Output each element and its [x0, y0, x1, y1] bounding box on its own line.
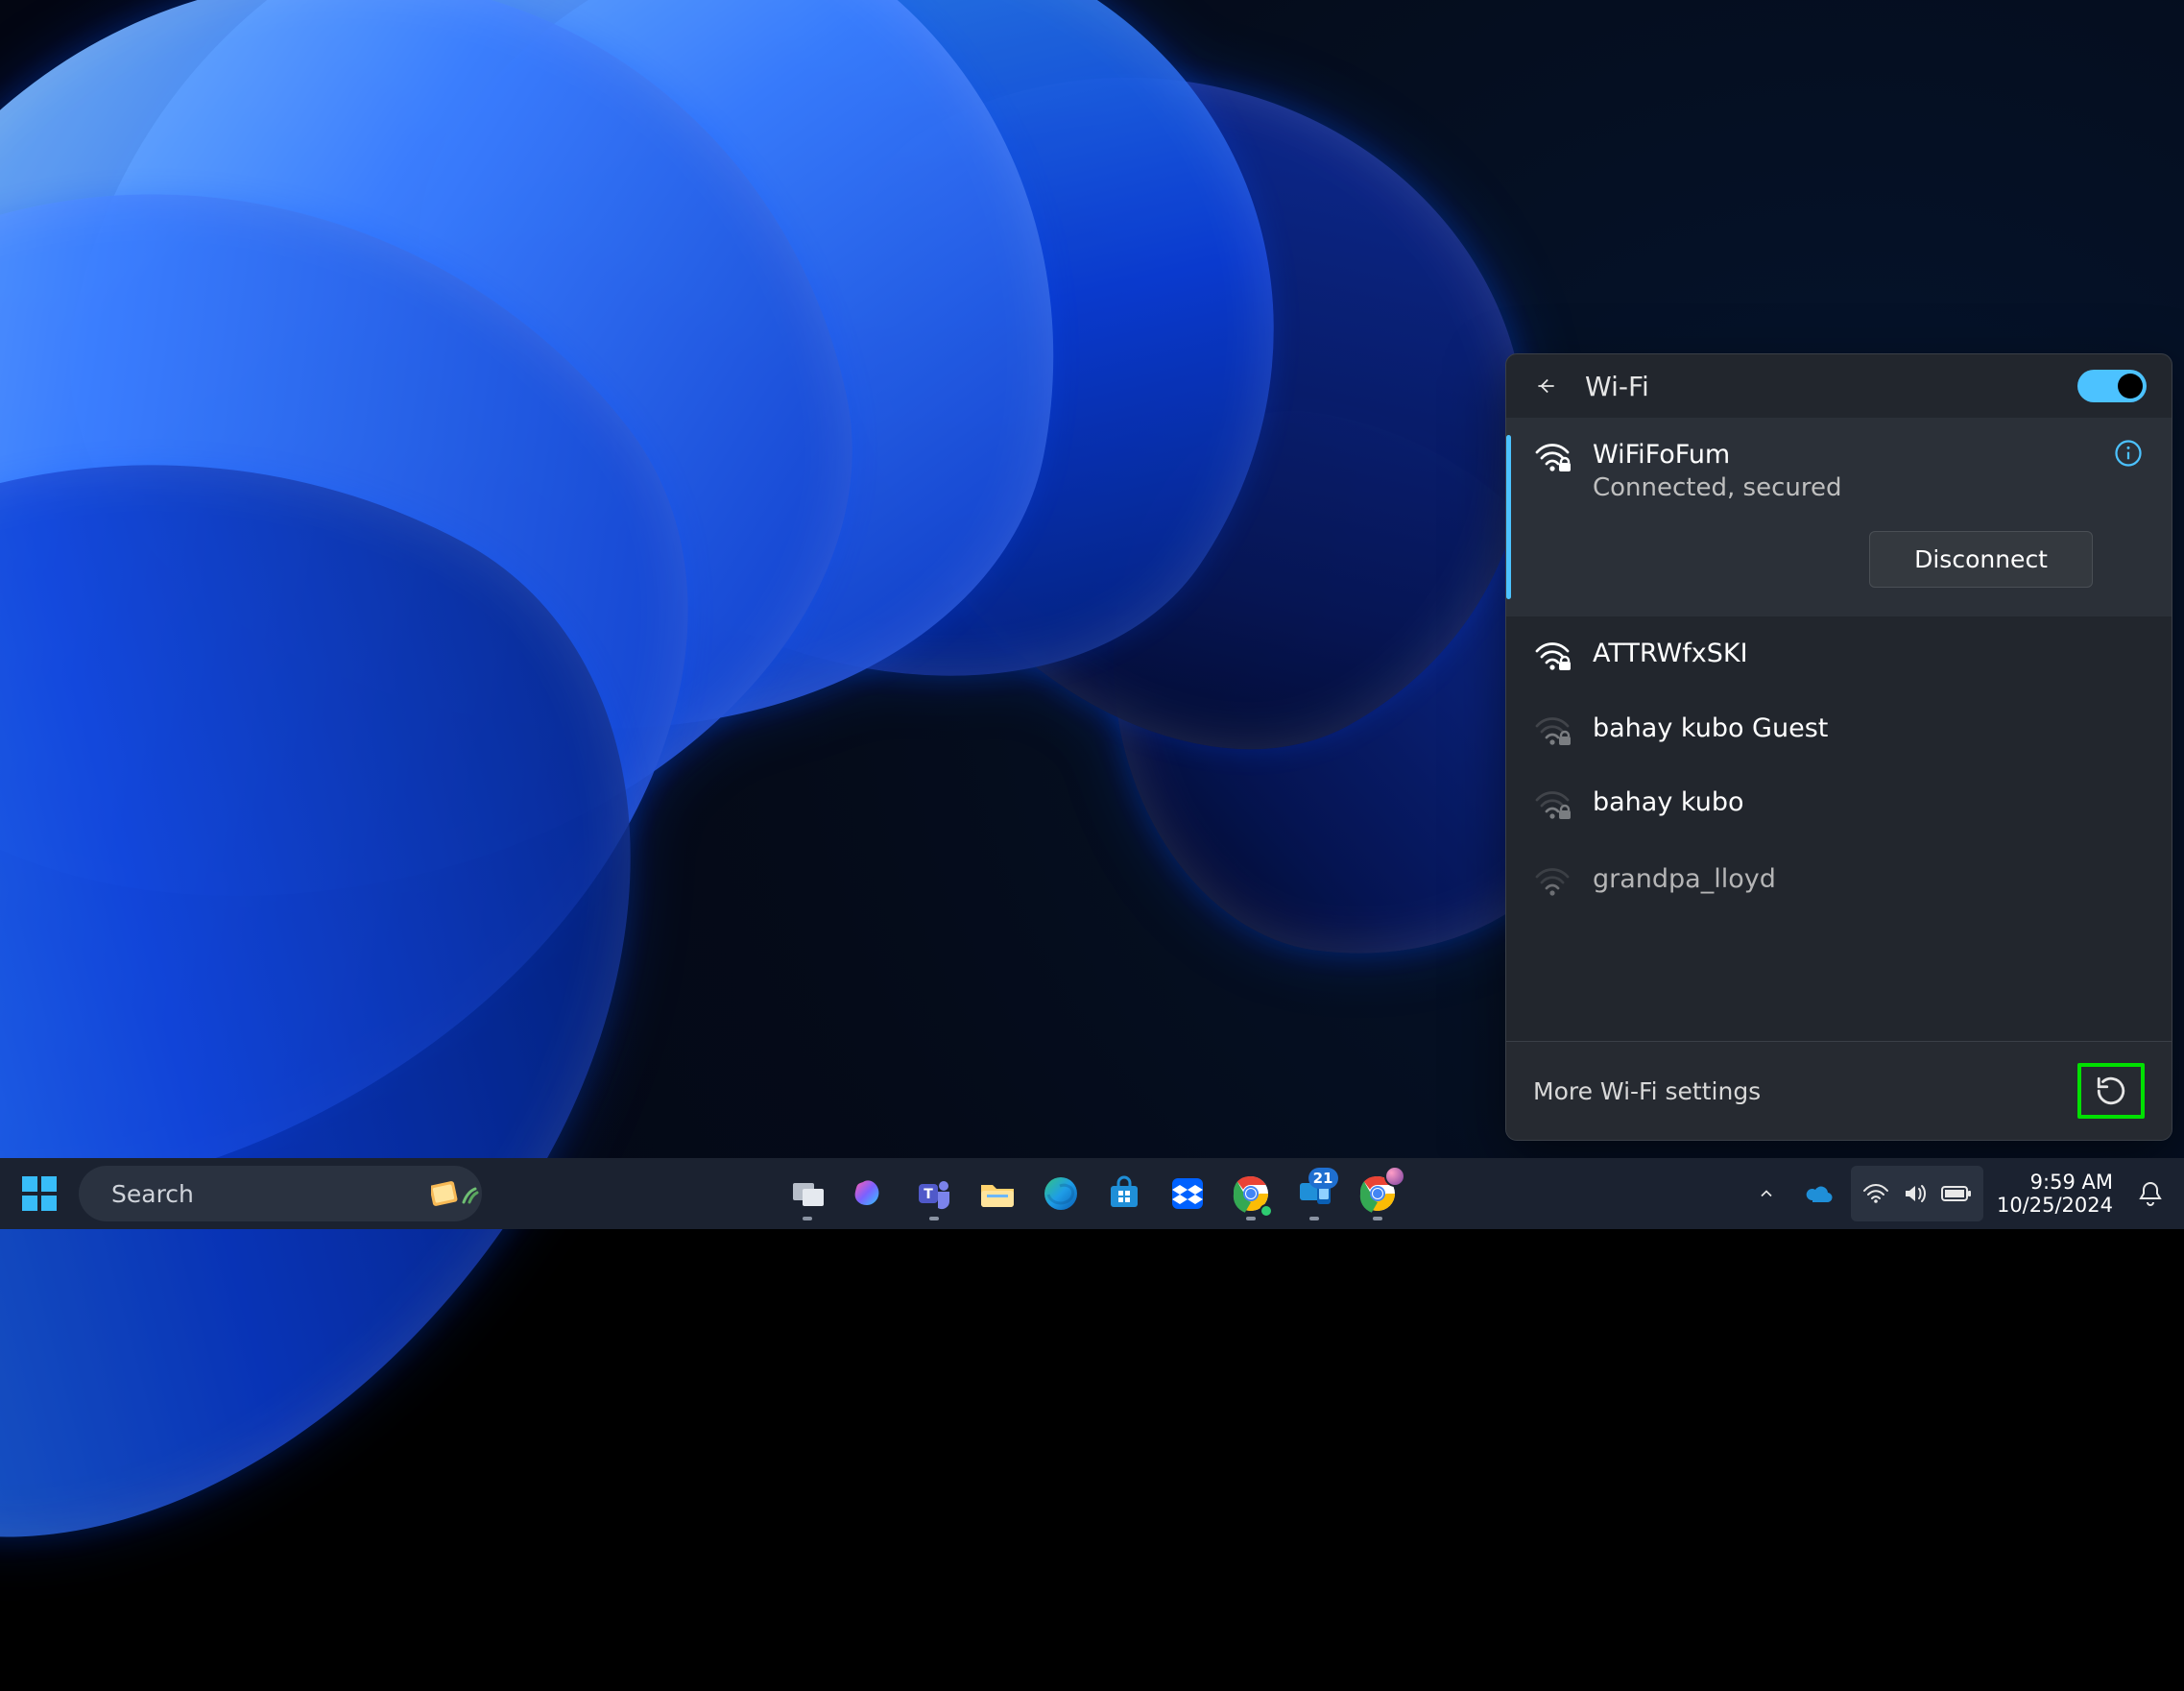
taskbar-app-chrome-profile[interactable] — [1350, 1166, 1405, 1221]
refresh-networks-button[interactable] — [2077, 1063, 2145, 1119]
taskbar-app-copilot[interactable] — [843, 1166, 899, 1221]
tray-onedrive-button[interactable] — [1793, 1166, 1845, 1221]
wifi-network-status: Connected, secured — [1593, 473, 2093, 502]
wallpaper-bloom — [0, 0, 1325, 1066]
wifi-flyout: Wi-Fi WiFiFoFum Connected, secured Disco… — [1505, 353, 2172, 1141]
taskbar-app-phone-link[interactable]: 21 — [1286, 1166, 1342, 1221]
wifi-network-item[interactable]: bahay kubo — [1506, 765, 2172, 840]
wifi-network-item[interactable]: grandpa_lloyd — [1506, 840, 2172, 896]
wifi-toggle[interactable] — [2077, 370, 2147, 402]
wifi-flyout-title: Wi-Fi — [1585, 371, 2056, 402]
wifi-open-weak-icon — [1533, 865, 1572, 896]
taskbar-app-ms-store[interactable] — [1096, 1166, 1152, 1221]
taskbar-time: 9:59 AM — [1997, 1171, 2113, 1194]
taskbar-date: 10/25/2024 — [1997, 1194, 2113, 1217]
more-wifi-settings-link[interactable]: More Wi-Fi settings — [1533, 1077, 1761, 1105]
wifi-secured-icon — [1533, 441, 1572, 471]
wifi-flyout-header: Wi-Fi — [1506, 354, 2172, 418]
notifications-button[interactable] — [2126, 1166, 2174, 1221]
taskbar-system-tray: 9:59 AM 10/25/2024 — [1745, 1166, 2184, 1221]
taskbar-app-task-view[interactable] — [780, 1166, 835, 1221]
taskbar-app-chrome[interactable] — [1223, 1166, 1279, 1221]
chevron-up-icon — [1757, 1184, 1776, 1203]
battery-icon — [1941, 1184, 1972, 1203]
wifi-network-name: WiFiFoFum — [1593, 439, 2093, 471]
wifi-network-list[interactable]: WiFiFoFum Connected, secured Disconnect — [1506, 418, 2172, 1041]
taskbar: T 21 — [0, 1158, 2184, 1229]
search-highlights-icon[interactable] — [431, 1177, 485, 1210]
teams-icon: T — [915, 1174, 953, 1213]
wifi-network-item[interactable]: bahay kubo Guest — [1506, 691, 2172, 766]
tray-network-sound-battery[interactable] — [1851, 1166, 1983, 1221]
copilot-icon — [852, 1174, 890, 1213]
wifi-network-name: bahay kubo Guest — [1593, 713, 2143, 745]
taskbar-app-file-explorer[interactable] — [970, 1166, 1025, 1221]
taskbar-pinned-apps: T 21 — [780, 1166, 1405, 1221]
wifi-icon — [1862, 1183, 1889, 1204]
windows-logo-icon — [20, 1174, 59, 1213]
taskbar-app-edge[interactable] — [1033, 1166, 1089, 1221]
dropbox-icon — [1168, 1174, 1207, 1213]
phone-link-badge: 21 — [1308, 1168, 1338, 1189]
start-button[interactable] — [12, 1166, 67, 1221]
taskbar-search-input[interactable] — [111, 1180, 416, 1208]
tray-overflow-button[interactable] — [1745, 1166, 1788, 1221]
wifi-secured-weak-icon — [1533, 714, 1572, 745]
wifi-network-item[interactable]: WiFiFoFum Connected, secured Disconnect — [1506, 418, 2172, 616]
taskbar-app-teams[interactable]: T — [906, 1166, 962, 1221]
wifi-network-item[interactable]: ATTRWfxSKI — [1506, 616, 2172, 691]
wifi-network-name: grandpa_lloyd — [1593, 863, 2143, 896]
disconnect-button[interactable]: Disconnect — [1869, 531, 2093, 588]
taskbar-search[interactable] — [79, 1166, 482, 1221]
ms-store-icon — [1105, 1174, 1143, 1213]
svg-text:T: T — [924, 1187, 933, 1202]
network-properties-button[interactable] — [2114, 439, 2143, 471]
wifi-secured-icon — [1533, 640, 1572, 670]
wifi-secured-weak-icon — [1533, 788, 1572, 819]
task-view-icon — [789, 1175, 826, 1212]
refresh-icon — [2095, 1075, 2127, 1107]
taskbar-app-dropbox[interactable] — [1160, 1166, 1215, 1221]
bell-icon — [2138, 1180, 2163, 1207]
wifi-network-name: ATTRWfxSKI — [1593, 638, 2143, 670]
speaker-icon — [1903, 1182, 1928, 1205]
back-arrow-icon — [1533, 374, 1558, 399]
info-icon — [2114, 439, 2143, 468]
wifi-network-name: bahay kubo — [1593, 786, 2143, 819]
file-explorer-icon — [977, 1173, 1018, 1214]
wifi-flyout-footer: More Wi-Fi settings — [1506, 1041, 2172, 1140]
taskbar-clock[interactable]: 9:59 AM 10/25/2024 — [1989, 1171, 2121, 1217]
edge-icon — [1041, 1173, 1081, 1214]
onedrive-icon — [1805, 1183, 1834, 1204]
back-button[interactable] — [1527, 368, 1564, 404]
